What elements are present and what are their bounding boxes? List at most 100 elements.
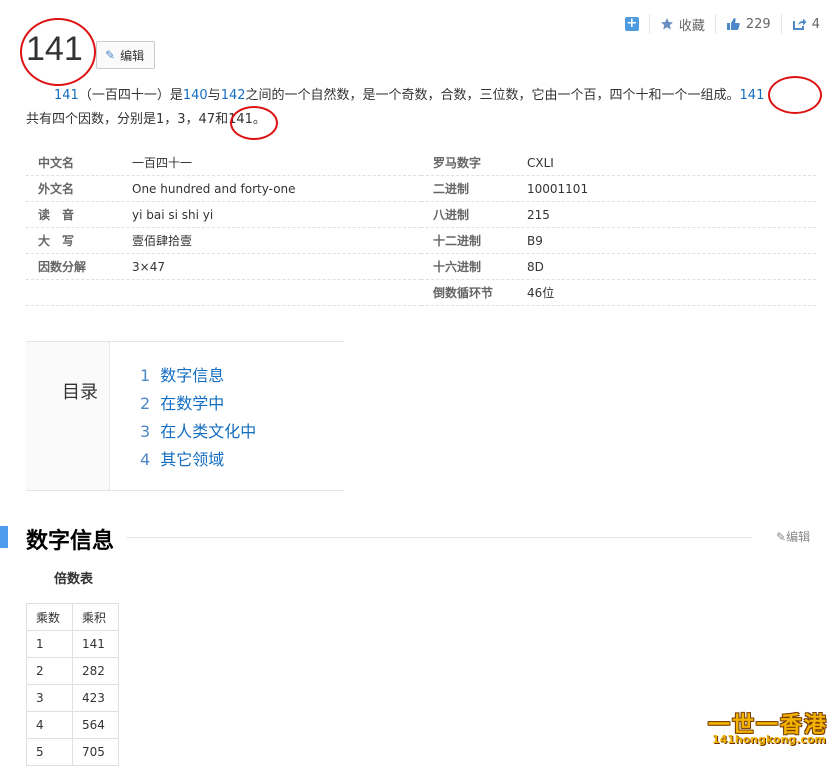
info-key: 二进制 xyxy=(433,182,470,196)
table-cell: 3 xyxy=(26,684,73,712)
toc-item-label: 数字信息 xyxy=(160,366,225,385)
info-key: 八进制 xyxy=(433,208,470,222)
table-row: 2 282 xyxy=(26,657,119,685)
toc-item-number: 2 xyxy=(140,394,151,413)
table-cell: 423 xyxy=(72,684,119,712)
collect-button[interactable]: 收藏 xyxy=(648,14,705,34)
section-accent-bar xyxy=(0,526,8,548)
section-title: 数字信息 xyxy=(26,529,115,554)
watermark-url: 141hongkong.com xyxy=(711,733,826,746)
info-key: 十二进制 xyxy=(433,234,482,248)
table-row: 3 423 xyxy=(26,684,119,712)
table-cell: 282 xyxy=(72,657,119,685)
share-button[interactable]: 4 xyxy=(780,14,820,34)
info-value: 10001101 xyxy=(527,181,589,196)
info-row: 外文名 One hundred and forty-one xyxy=(26,176,421,202)
section-edit-button[interactable]: ✎编辑 xyxy=(776,528,810,545)
toc-label: 目录 xyxy=(62,382,98,403)
edit-label: 编辑 xyxy=(120,48,145,63)
star-icon xyxy=(660,18,673,30)
info-value: 215 xyxy=(527,207,550,222)
like-button[interactable]: 229 xyxy=(714,14,771,34)
info-value: CXLI xyxy=(527,155,554,170)
table-row: 4 564 xyxy=(26,711,119,739)
info-key: 中文名 xyxy=(38,156,75,170)
toc-item-label: 在人类文化中 xyxy=(160,422,257,441)
like-count: 229 xyxy=(745,16,771,32)
share-icon xyxy=(792,18,807,30)
info-row: 罗马数字 CXLI xyxy=(421,150,816,176)
summary-text: （一百四十一）是 xyxy=(78,88,183,103)
info-value: 壹佰肆拾壹 xyxy=(132,234,193,248)
table-of-contents: 目录 1 数字信息 2 在数学中 3 在人类文化中 4 其它领域 xyxy=(26,341,344,491)
edit-button[interactable]: ✎ 编辑 xyxy=(96,41,156,69)
table-cell: 564 xyxy=(72,711,119,739)
info-value: B9 xyxy=(527,233,543,248)
toc-item[interactable]: 1 数字信息 xyxy=(140,362,256,390)
toc-item-label: 其它领域 xyxy=(160,450,225,469)
info-row: 因数分解 3×47 xyxy=(26,254,421,280)
basic-info-left: 中文名 一百四十一 外文名 One hundred and forty-one 读 … xyxy=(26,150,421,306)
table-cell: 141 xyxy=(72,630,119,658)
info-key: 十六进制 xyxy=(433,260,482,274)
table-caption: 倍数表 xyxy=(54,572,94,587)
pencil-icon: ✎ xyxy=(776,530,787,544)
table-row: 1 141 xyxy=(26,630,119,658)
watermark-logo: 一世一香港 141hongkong.com xyxy=(708,705,834,749)
link-142[interactable]: 142 xyxy=(221,88,246,103)
link-141[interactable]: 141 xyxy=(54,88,79,103)
section-divider xyxy=(126,537,752,538)
table-header: 乘积 xyxy=(72,603,119,631)
table-cell: 705 xyxy=(72,738,119,766)
section-edit-label: 编辑 xyxy=(786,530,811,544)
info-key: 读 音 xyxy=(38,208,75,222)
table-cell: 4 xyxy=(26,711,73,739)
table-cell: 1 xyxy=(26,630,73,658)
info-row: 倒数循环节 46位 xyxy=(421,280,816,306)
summary: 141（一百四十一）是140与142之间的一个自然数，是一个奇数，合数，三位数，… xyxy=(26,84,816,132)
info-key: 大 写 xyxy=(38,234,75,248)
multiples-table: 乘数 乘积 1 141 2 282 3 423 4 564 5 705 xyxy=(26,603,119,766)
basic-info-right: 罗马数字 CXLI 二进制 10001101 八进制 215 十二进制 B9 十六进制 8… xyxy=(421,150,816,306)
info-value: One hundred and forty-one xyxy=(132,181,296,196)
plus-icon: + xyxy=(624,16,639,31)
info-value: 3×47 xyxy=(132,259,165,274)
table-cell: 2 xyxy=(26,657,73,685)
thumbs-up-icon xyxy=(726,18,740,30)
toc-item[interactable]: 3 在人类文化中 xyxy=(140,418,256,446)
summary-text: 之间的一个自然数，是一个奇数，合数，三位数，它由一个百，四个十和一个一组成。 xyxy=(245,88,740,103)
table-header: 乘数 xyxy=(26,603,73,631)
link-140[interactable]: 140 xyxy=(183,88,208,103)
annotation-circle xyxy=(230,106,278,140)
info-key: 外文名 xyxy=(38,182,75,196)
share-count: 4 xyxy=(811,16,820,32)
table-cell: 5 xyxy=(26,738,73,766)
info-value: 8D xyxy=(527,259,544,274)
toc-item[interactable]: 4 其它领域 xyxy=(140,446,256,474)
add-button[interactable]: + xyxy=(624,14,639,34)
toc-item[interactable]: 2 在数学中 xyxy=(140,390,256,418)
table-header-row: 乘数 乘积 xyxy=(26,603,119,631)
summary-text: 与 xyxy=(207,88,221,103)
annotation-circle xyxy=(768,76,822,114)
info-value: 一百四十一 xyxy=(132,156,193,170)
toc-list: 1 数字信息 2 在数学中 3 在人类文化中 4 其它领域 xyxy=(140,362,256,474)
info-value: 46位 xyxy=(527,286,555,300)
info-value: yi bai si shi yi xyxy=(132,207,214,222)
info-key: 因数分解 xyxy=(38,260,87,274)
toc-item-number: 4 xyxy=(140,450,151,469)
toc-label-box: 目录 xyxy=(26,342,110,490)
toc-item-label: 在数学中 xyxy=(160,394,225,413)
info-row: 八进制 215 xyxy=(421,202,816,228)
link-141-second[interactable]: 141 xyxy=(740,88,765,103)
toc-item-number: 3 xyxy=(140,422,151,441)
pencil-icon: ✎ xyxy=(105,48,116,62)
info-row: 中文名 一百四十一 xyxy=(26,150,421,176)
toolbar: + 收藏 229 4 xyxy=(624,14,820,34)
table-row: 5 705 xyxy=(26,738,119,766)
collect-label: 收藏 xyxy=(678,18,705,34)
toc-item-number: 1 xyxy=(140,366,151,385)
info-row: 大 写 壹佰肆拾壹 xyxy=(26,228,421,254)
info-key: 倒数循环节 xyxy=(433,286,494,300)
info-row-empty xyxy=(26,280,421,306)
